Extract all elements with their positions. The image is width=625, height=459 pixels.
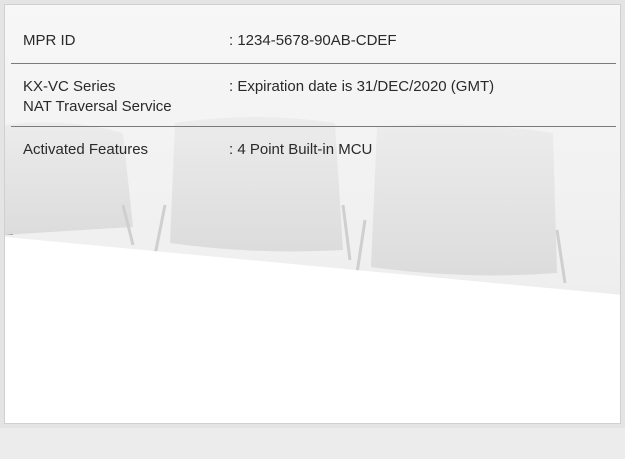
- nat-traversal-label-line-1: KX-VC Series: [23, 78, 116, 95]
- mpr-id-value: : 1234-5678-90AB-CDEF: [229, 32, 397, 49]
- nat-traversal-label-line-2: NAT Traversal Service: [23, 98, 172, 115]
- activated-features-label: Activated Features: [23, 140, 148, 160]
- mpr-id-row: MPR ID : 1234-5678-90AB-CDEF: [11, 18, 616, 64]
- mpr-id-label: MPR ID: [23, 31, 76, 51]
- activated-features-row: Activated Features : 4 Point Built-in MC…: [11, 127, 616, 171]
- activated-features-value: : 4 Point Built-in MCU: [229, 141, 373, 158]
- license-info-screen: MPR ID : 1234-5678-90AB-CDEF KX-VC Serie…: [4, 4, 621, 424]
- license-info-table: MPR ID : 1234-5678-90AB-CDEF KX-VC Serie…: [11, 18, 616, 171]
- bottom-strip: [0, 428, 625, 459]
- mpr-id-label-text: MPR ID: [23, 32, 76, 49]
- nat-traversal-row: KX-VC Series NAT Traversal Service : Exp…: [11, 64, 616, 127]
- nat-traversal-value: : Expiration date is 31/DEC/2020 (GMT): [229, 78, 495, 95]
- activated-features-label-text: Activated Features: [23, 141, 149, 158]
- nat-traversal-label: KX-VC Series NAT Traversal Service: [23, 77, 172, 117]
